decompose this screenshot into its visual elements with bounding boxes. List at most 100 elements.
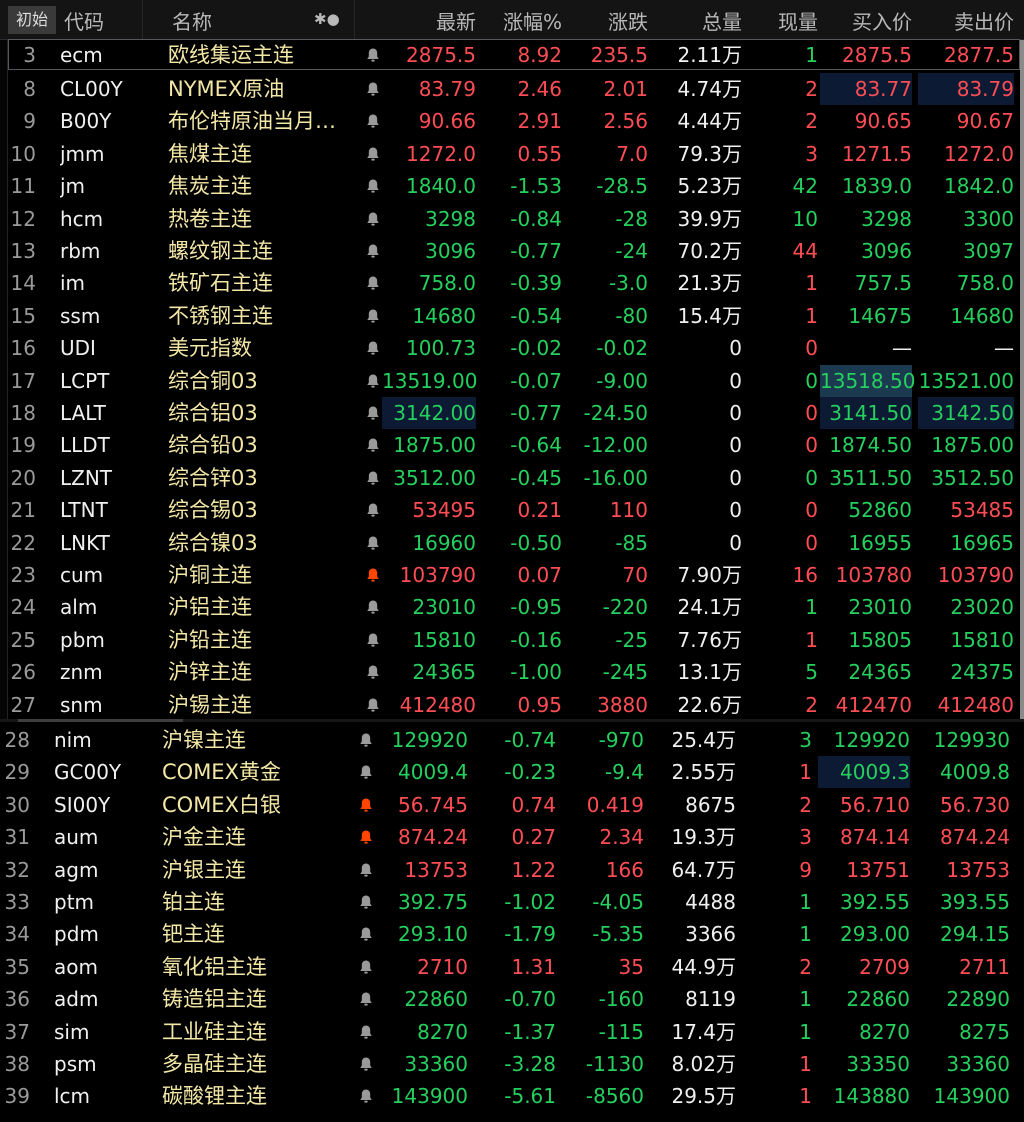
alert-bell-icon[interactable]: [365, 340, 381, 356]
alert-bell-icon[interactable]: [358, 732, 374, 748]
alert-bell-icon[interactable]: [358, 1088, 374, 1104]
table-row[interactable]: 37 sim 工业硅主连 8270 -1.37 -115 17.4万 1 8270 8275: [0, 1016, 1024, 1048]
latest-price: 1272.0: [406, 141, 476, 166]
total-volume: 44.9万: [671, 954, 736, 979]
ask-price: 129930: [933, 728, 1010, 752]
alert-bell-icon[interactable]: [358, 959, 374, 975]
alert-bell-icon[interactable]: [365, 664, 381, 680]
contract-code: GC00Y: [54, 760, 122, 785]
table-row[interactable]: 20 LZNT 综合锌03 3512.00 -0.45 -16.00 0 0 3511.50 35…: [0, 462, 1024, 494]
alert-bell-icon[interactable]: [365, 470, 381, 486]
alert-bell-icon[interactable]: [365, 243, 381, 259]
alert-bell-icon[interactable]: [365, 308, 381, 324]
alert-bell-icon[interactable]: [365, 437, 381, 453]
table-row[interactable]: 25 pbm 沪铅主连 15810 -0.16 -25 7.76万 1 15805 15810: [0, 624, 1024, 656]
alert-bell-icon[interactable]: [365, 373, 381, 389]
horizontal-scrollbar[interactable]: [0, 719, 1024, 722]
header-current-volume[interactable]: 现量: [746, 6, 818, 35]
table-row[interactable]: 33 ptm 铂主连 392.75 -1.02 -4.05 4488 1 392.55 393.5…: [0, 886, 1024, 918]
table-row[interactable]: 9 B00Y 布伦特原油当月… 90.66 2.91 2.56 4.44万 2 90.65 90.…: [0, 105, 1024, 137]
header-code[interactable]: 代码: [64, 6, 104, 35]
total-volume: 15.4万: [677, 303, 742, 328]
table-row[interactable]: 8 CL00Y NYMEX原油 83.79 2.46 2.01 4.74万 2 83.77 83.…: [0, 73, 1024, 105]
table-row[interactable]: 28 nim 沪镍主连 129920 -0.74 -970 25.4万 3 129920 1299…: [0, 724, 1024, 756]
table-row[interactable]: 24 alm 沪铝主连 23010 -0.95 -220 24.1万 1 23010 23020: [0, 591, 1024, 623]
ask-price: 56.730: [940, 792, 1010, 817]
header-latest[interactable]: 最新: [390, 6, 476, 35]
initial-sort-tab[interactable]: 初始: [8, 6, 56, 34]
table-row[interactable]: 17 LCPT 综合铜03 13519.00 -0.07 -9.00 0 0 13518.50 1…: [0, 364, 1024, 397]
table-row[interactable]: 35 aom 氧化铝主连 2710 1.31 35 44.9万 2 2709 2711: [0, 951, 1024, 983]
table-row[interactable]: 11 jm 焦炭主连 1840.0 -1.53 -28.5 5.23万 42 1839.0 184…: [0, 170, 1024, 202]
table-row[interactable]: 23 cum 沪铜主连 103790 0.07 70 7.90万 16 103780 103790: [0, 559, 1024, 591]
change-amount: 7.0: [616, 141, 648, 166]
alert-bell-icon[interactable]: [365, 632, 381, 648]
table-row[interactable]: 16 UDI 美元指数 100.73 -0.02 -0.02 0 0 — —: [0, 332, 1024, 364]
table-row[interactable]: 31 aum 沪金主连 874.24 0.27 2.34 19.3万 3 874.14 874.2…: [0, 821, 1024, 853]
table-row[interactable]: 22 LNKT 综合镍03 16960 -0.50 -85 0 0 16955 16965: [0, 527, 1024, 559]
table-row[interactable]: 26 znm 沪锌主连 24365 -1.00 -245 13.1万 5 24365 24375: [0, 656, 1024, 688]
table-row[interactable]: 19 LLDT 综合铅03 1875.00 -0.64 -12.00 0 0 1874.50 18…: [0, 429, 1024, 461]
row-number: 25: [10, 627, 36, 652]
header-volume[interactable]: 总量: [656, 6, 742, 35]
table-row[interactable]: 12 hcm 热卷主连 3298 -0.84 -28 39.9万 10 3298 3300: [0, 203, 1024, 235]
table-row[interactable]: 15 ssm 不锈钢主连 14680 -0.54 -80 15.4万 1 14675 14680: [0, 300, 1024, 332]
table-row[interactable]: 21 LTNT 综合锡03 53495 0.21 110 0 0 52860 53485: [0, 494, 1024, 526]
table-row[interactable]: 27 snm 沪锡主连 412480 0.95 3880 22.6万 2 412470 41248…: [0, 689, 1024, 721]
alert-bell-icon[interactable]: [365, 113, 381, 129]
alert-bell-icon[interactable]: [365, 146, 381, 162]
alert-bell-icon[interactable]: [358, 829, 374, 845]
alert-bell-icon[interactable]: [358, 894, 374, 910]
table-row[interactable]: 38 psm 多晶硅主连 33360 -3.28 -1130 8.02万 1 33350 3336…: [0, 1048, 1024, 1080]
table-row[interactable]: 29 GC00Y COMEX黄金 4009.4 -0.23 -9.4 2.55万 1 4009.…: [0, 756, 1024, 789]
change-percent: 8.92: [517, 43, 562, 67]
alert-bell-icon[interactable]: [358, 764, 374, 780]
ask-price: 13753: [946, 857, 1010, 882]
table-row[interactable]: 39 lcm 碳酸锂主连 143900 -5.61 -8560 29.5万 1 143880 14…: [0, 1080, 1024, 1112]
table-row[interactable]: 34 pdm 钯主连 293.10 -1.79 -5.35 3366 1 293.00 294.1…: [0, 918, 1024, 950]
alert-bell-icon[interactable]: [365, 178, 381, 194]
alert-bell-icon[interactable]: [365, 567, 381, 583]
contract-name: 螺纹钢主连: [168, 239, 273, 263]
alert-bell-icon[interactable]: [365, 599, 381, 615]
row-number: 3: [23, 43, 36, 67]
total-volume: 79.3万: [677, 141, 742, 166]
alert-bell-icon[interactable]: [365, 275, 381, 291]
contract-code: alm: [60, 595, 98, 620]
alert-bell-icon[interactable]: [358, 862, 374, 878]
alert-bell-icon[interactable]: [365, 405, 381, 421]
table-row[interactable]: 18 LALT 综合铝03 3142.00 -0.77 -24.50 0 0 3141.50 31…: [0, 397, 1024, 429]
change-amount: -9.00: [596, 368, 648, 393]
header-ask[interactable]: 卖出价: [920, 6, 1014, 35]
latest-price: 24365: [412, 660, 476, 685]
table-row[interactable]: 10 jmm 焦煤主连 1272.0 0.55 7.0 79.3万 3 1271.5 1272.0: [0, 138, 1024, 170]
change-percent: 0.21: [517, 498, 562, 523]
alert-bell-icon[interactable]: [358, 1056, 374, 1072]
contract-name: 沪锡主连: [168, 692, 252, 717]
header-settings-icon[interactable]: ✱●: [314, 10, 340, 28]
alert-bell-icon[interactable]: [365, 535, 381, 551]
header-change-pct[interactable]: 涨幅%: [482, 6, 562, 35]
table-row[interactable]: 3 ecm 欧线集运主连 2875.5 8.92 235.5 2.11万 1 2875.5 287…: [0, 39, 1024, 71]
alert-bell-icon[interactable]: [365, 697, 381, 713]
alert-bell-icon[interactable]: [365, 502, 381, 518]
header-bid[interactable]: 买入价: [824, 6, 912, 35]
header-name[interactable]: 名称: [172, 6, 212, 35]
alert-bell-icon[interactable]: [358, 991, 374, 1007]
table-row[interactable]: 36 adm 铸造铝主连 22860 -0.70 -160 8119 1 22860 22890: [0, 983, 1024, 1015]
change-percent: 0.27: [511, 825, 556, 850]
alert-bell-icon[interactable]: [358, 926, 374, 942]
bid-price: 8270: [859, 1019, 910, 1044]
table-row[interactable]: 32 agm 沪银主连 13753 1.22 166 64.7万 9 13751 13753: [0, 854, 1024, 886]
header-change[interactable]: 涨跌: [568, 6, 648, 35]
horizontal-scroll-thumb[interactable]: [18, 719, 183, 722]
table-row[interactable]: 30 SI00Y COMEX白银 56.745 0.74 0.419 8675 2 56.710…: [0, 789, 1024, 821]
table-row[interactable]: 14 im 铁矿石主连 758.0 -0.39 -3.0 21.3万 1 757.5 758.0: [0, 267, 1024, 299]
alert-bell-icon[interactable]: [365, 211, 381, 227]
alert-bell-icon[interactable]: [358, 797, 374, 813]
alert-bell-icon[interactable]: [358, 1024, 374, 1040]
alert-bell-icon[interactable]: [365, 47, 381, 63]
table-row[interactable]: 13 rbm 螺纹钢主连 3096 -0.77 -24 70.2万 44 3096 3097: [0, 235, 1024, 267]
contract-code: ssm: [60, 303, 101, 328]
alert-bell-icon[interactable]: [365, 81, 381, 97]
